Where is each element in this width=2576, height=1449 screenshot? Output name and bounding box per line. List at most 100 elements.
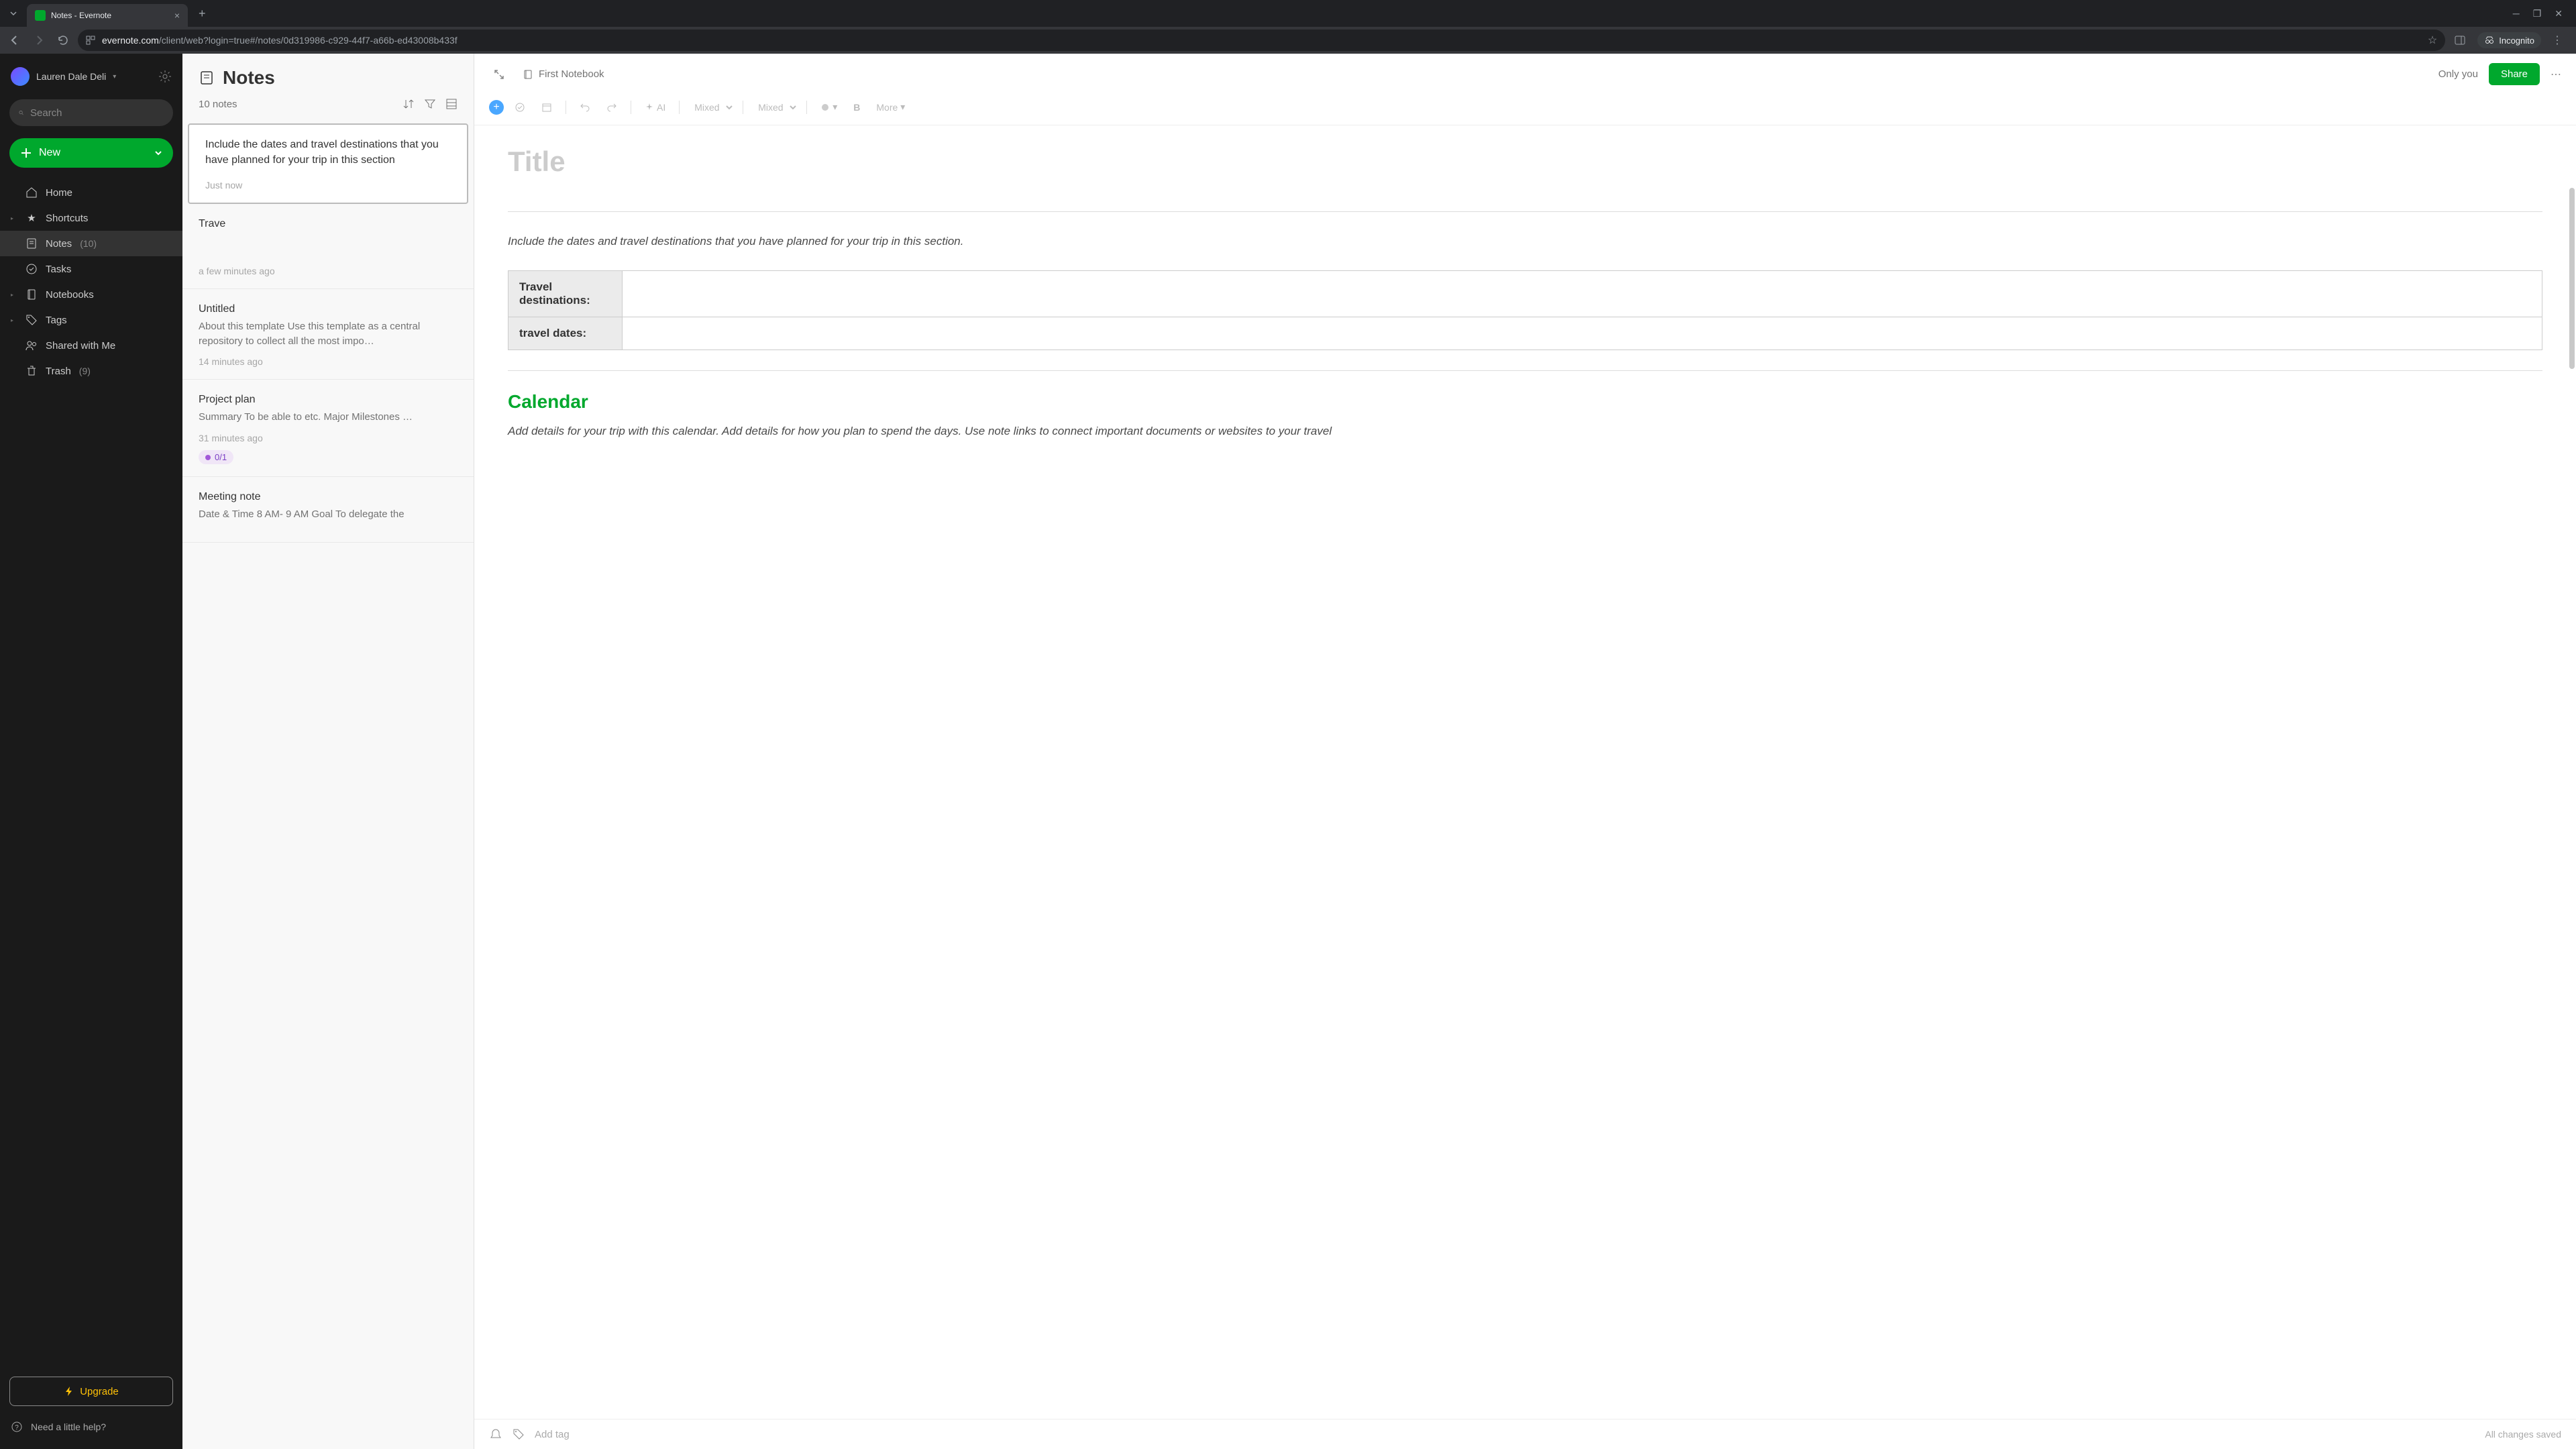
divider: [508, 211, 2542, 212]
add-tag-input[interactable]: Add tag: [535, 1429, 570, 1440]
help-link[interactable]: ? Need a little help?: [0, 1413, 182, 1441]
sidebar-item-tasks[interactable]: Tasks: [0, 256, 182, 282]
note-card[interactable]: Untitled About this template Use this te…: [182, 289, 474, 380]
view-icon[interactable]: [445, 98, 458, 110]
notebook-link[interactable]: First Notebook: [523, 68, 604, 80]
chevron-right-icon[interactable]: ▸: [11, 292, 17, 298]
calendar-heading[interactable]: Calendar: [508, 391, 2542, 413]
maximize-icon[interactable]: ❐: [2533, 8, 2542, 19]
sidebar-item-trash[interactable]: Trash (9): [0, 358, 182, 384]
user-menu[interactable]: Lauren Dale Deli ▾: [11, 67, 116, 86]
note-card[interactable]: Include the dates and travel destination…: [188, 123, 468, 204]
nav-list: Home ▸ ★ Shortcuts Notes (10) Tasks ▸: [0, 174, 182, 1370]
expand-icon[interactable]: [489, 64, 509, 85]
sidebar-item-shortcuts[interactable]: ▸ ★ Shortcuts: [0, 205, 182, 231]
note-card[interactable]: Trave a few minutes ago: [182, 204, 474, 288]
calendar-paragraph[interactable]: Add details for your trip with this cale…: [508, 422, 2542, 440]
note-card-title: Meeting note: [199, 489, 458, 504]
table-row[interactable]: travel dates:: [508, 317, 2542, 350]
editor-body[interactable]: Title Include the dates and travel desti…: [474, 125, 2576, 1419]
sort-icon[interactable]: [402, 98, 415, 110]
scrollbar-track[interactable]: [2568, 94, 2575, 1409]
gear-icon[interactable]: [158, 70, 172, 83]
note-title-input[interactable]: Title: [508, 146, 2542, 178]
filter-icon[interactable]: [424, 98, 436, 110]
sidebar-item-home[interactable]: Home: [0, 180, 182, 205]
upgrade-button[interactable]: Upgrade: [9, 1377, 173, 1406]
address-bar[interactable]: evernote.com/client/web?login=true#/note…: [78, 30, 2445, 51]
notes-icon: [199, 70, 215, 86]
home-icon: [25, 186, 38, 199]
travel-table[interactable]: Travel destinations: travel dates:: [508, 270, 2542, 350]
note-card[interactable]: Meeting note Date & Time 8 AM- 9 AM Goal…: [182, 477, 474, 543]
forward-button[interactable]: [30, 31, 48, 50]
undo-icon[interactable]: [574, 98, 596, 117]
close-window-icon[interactable]: ✕: [2555, 8, 2563, 19]
reminder-icon[interactable]: [489, 1428, 502, 1441]
search-box[interactable]: [9, 99, 173, 126]
notes-header: Notes: [182, 54, 474, 95]
share-status: Only you: [2438, 68, 2478, 80]
tab-close-icon[interactable]: ×: [174, 10, 180, 21]
insert-plus-icon[interactable]: +: [489, 100, 504, 115]
table-cell-label[interactable]: travel dates:: [508, 317, 623, 350]
table-row[interactable]: Travel destinations:: [508, 271, 2542, 317]
task-icon[interactable]: [509, 98, 531, 117]
notebook-name: First Notebook: [539, 68, 604, 80]
ai-button[interactable]: AI: [639, 98, 671, 117]
table-cell-value[interactable]: [623, 317, 2542, 350]
sidebar-item-notes[interactable]: Notes (10): [0, 231, 182, 256]
note-card[interactable]: Project plan Summary To be able to etc. …: [182, 380, 474, 477]
tab-strip: Notes - Evernote × + ─ ❐ ✕: [0, 0, 2576, 27]
tab-search-dropdown[interactable]: [5, 5, 21, 21]
nav-label: Tags: [46, 315, 67, 326]
intro-paragraph[interactable]: Include the dates and travel destination…: [508, 232, 2542, 250]
calendar-icon[interactable]: [536, 98, 557, 117]
browser-menu-icon[interactable]: ⋮: [2549, 31, 2565, 50]
new-button[interactable]: New: [9, 138, 173, 168]
font-size-select[interactable]: Mixed: [751, 99, 798, 116]
incognito-badge[interactable]: Incognito: [2477, 32, 2541, 48]
more-icon[interactable]: ⋯: [2551, 68, 2561, 81]
search-input[interactable]: [30, 107, 164, 119]
trash-icon: [25, 365, 38, 377]
more-format-button[interactable]: More ▾: [871, 97, 910, 117]
editor-topbar: First Notebook Only you Share ⋯: [474, 54, 2576, 95]
sidebar-item-shared[interactable]: Shared with Me: [0, 333, 182, 358]
table-cell-label[interactable]: Travel destinations:: [508, 271, 623, 317]
nav-label: Tasks: [46, 264, 71, 275]
tag-icon: [25, 314, 38, 326]
browser-chrome: Notes - Evernote × + ─ ❐ ✕ evernote.com/…: [0, 0, 2576, 54]
tab-title: Notes - Evernote: [51, 11, 169, 20]
scrollbar-thumb[interactable]: [2569, 188, 2575, 369]
side-panel-icon[interactable]: [2451, 31, 2469, 50]
note-card-time: a few minutes ago: [199, 266, 458, 276]
star-icon: ★: [25, 212, 38, 224]
reload-button[interactable]: [54, 31, 72, 50]
bold-button[interactable]: B: [848, 98, 865, 117]
avatar: [11, 67, 30, 86]
upgrade-label: Upgrade: [80, 1386, 119, 1397]
help-label: Need a little help?: [31, 1421, 106, 1432]
share-button[interactable]: Share: [2489, 63, 2540, 85]
redo-icon[interactable]: [601, 98, 623, 117]
editor-toolbar: + AI Mixed Mixed ▾ B More ▾: [474, 95, 2576, 125]
text-color-icon[interactable]: ▾: [815, 97, 843, 117]
new-tab-button[interactable]: +: [193, 7, 211, 21]
site-info-icon[interactable]: [86, 36, 95, 45]
table-cell-value[interactable]: [623, 271, 2542, 317]
sidebar-item-tags[interactable]: ▸ Tags: [0, 307, 182, 333]
bookmark-star-icon[interactable]: ☆: [2428, 34, 2437, 47]
minimize-icon[interactable]: ─: [2513, 8, 2520, 19]
font-family-select[interactable]: Mixed: [688, 99, 735, 116]
back-button[interactable]: [5, 31, 24, 50]
add-tag-icon[interactable]: [512, 1428, 525, 1441]
incognito-label: Incognito: [2499, 36, 2534, 46]
sidebar-item-notebooks[interactable]: ▸ Notebooks: [0, 282, 182, 307]
chevron-right-icon[interactable]: ▸: [11, 317, 17, 323]
address-bar-row: evernote.com/client/web?login=true#/note…: [0, 27, 2576, 54]
chevron-right-icon[interactable]: ▸: [11, 215, 17, 221]
note-card-time: Just now: [205, 180, 451, 191]
new-button-label: New: [39, 147, 60, 159]
browser-tab[interactable]: Notes - Evernote ×: [27, 4, 188, 27]
